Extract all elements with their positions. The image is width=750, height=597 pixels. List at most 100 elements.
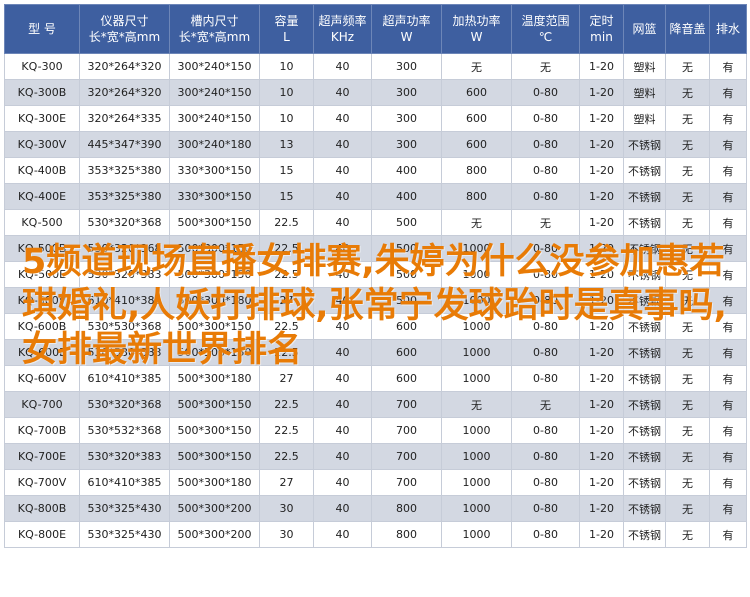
table-cell-heating-power: 1000 (441, 235, 512, 262)
column-header-basket: 网篮 (623, 4, 666, 54)
table-cell-drain: 有 (709, 469, 747, 496)
table-cell-device-size: 530*320*368 (79, 235, 170, 262)
table-cell-drain: 有 (709, 157, 747, 184)
table-cell-model: KQ-600B (4, 313, 80, 340)
table-cell-model: KQ-300E (4, 105, 80, 132)
table-cell-noise-lid: 无 (665, 417, 710, 444)
table-cell-timer: 1-20 (579, 79, 624, 106)
table-row: KQ-800B 530*325*430 500*300*200 30 40 800 1000… (4, 495, 747, 522)
table-row: KQ-300B 320*264*320 300*240*150 10 40 300 600 0… (4, 79, 747, 106)
table-cell-model: KQ-800E (4, 521, 80, 548)
table-cell-tank-size: 500*300*200 (169, 495, 260, 522)
table-cell-timer: 1-20 (579, 417, 624, 444)
table-cell-temperature-range: 0-80 (511, 79, 580, 106)
column-header-line: L (283, 30, 290, 44)
table-cell-capacity: 22.5 (259, 443, 314, 470)
table-cell-drain: 有 (709, 391, 747, 418)
table-cell-ultrasonic-frequency: 40 (313, 365, 372, 392)
table-cell-ultrasonic-power: 300 (371, 131, 442, 158)
table-cell-model: KQ-800B (4, 495, 80, 522)
table-cell-drain: 有 (709, 443, 747, 470)
column-header-tank-size: 槽内尺寸 长*宽*高mm (169, 4, 260, 54)
table-cell-timer: 1-20 (579, 391, 624, 418)
table-cell-device-size: 530*532*368 (79, 417, 170, 444)
table-cell-timer: 1-20 (579, 131, 624, 158)
table-body: KQ-300 320*264*320 300*240*150 10 40 300 无无 1-2… (4, 53, 747, 548)
table-cell-capacity: 10 (259, 79, 314, 106)
column-header-ultrasonic-power: 超声功率 W (371, 4, 442, 54)
table-cell-noise-lid: 无 (665, 209, 710, 236)
table-cell-drain: 有 (709, 131, 747, 158)
table-cell-ultrasonic-power: 700 (371, 469, 442, 496)
table-row: KQ-500V 610*410*385 500*300*180 27 40 500 1000… (4, 287, 747, 314)
table-cell-capacity: 15 (259, 157, 314, 184)
table-cell-device-size: 610*410*385 (79, 287, 170, 314)
table-row: KQ-400E 353*325*380 330*300*150 15 40 400 800 0… (4, 183, 747, 210)
column-header-line: 长*宽*高mm (88, 30, 161, 44)
table-cell-heating-power: 1000 (441, 339, 512, 366)
table-cell-device-size: 530*320*383 (79, 261, 170, 288)
table-cell-temperature-range: 0-80 (511, 157, 580, 184)
table-cell-noise-lid: 无 (665, 391, 710, 418)
table-cell-timer: 1-20 (579, 183, 624, 210)
table-cell-noise-lid: 无 (665, 365, 710, 392)
table-cell-basket: 不锈钢 (623, 339, 666, 366)
table-cell-ultrasonic-power: 800 (371, 495, 442, 522)
table-cell-tank-size: 500*300*150 (169, 209, 260, 236)
table-cell-basket: 不锈钢 (623, 417, 666, 444)
table-row: KQ-700 530*320*368 500*300*150 22.5 40 700 无无 1… (4, 391, 747, 418)
table-cell-ultrasonic-power: 700 (371, 391, 442, 418)
table-cell-heating-power: 1000 (441, 417, 512, 444)
table-cell-temperature-range: 0-80 (511, 443, 580, 470)
table-cell-heating-power: 600 (441, 131, 512, 158)
table-cell-capacity: 22.5 (259, 417, 314, 444)
table-cell-timer: 1-20 (579, 157, 624, 184)
table-cell-device-size: 530*325*430 (79, 495, 170, 522)
column-header-line: 网篮 (632, 22, 657, 36)
table-row: KQ-300E 320*264*335 300*240*150 10 40 300 600 0… (4, 105, 747, 132)
column-header-line: 超声功率 (382, 14, 431, 28)
column-header-line: KHz (330, 30, 355, 44)
table-cell-temperature-range: 0-80 (511, 521, 580, 548)
table-cell-tank-size: 500*300*150 (169, 443, 260, 470)
table-cell-capacity: 22.5 (259, 313, 314, 340)
table-cell-noise-lid: 无 (665, 261, 710, 288)
table-cell-timer: 1-20 (579, 339, 624, 366)
table-cell-device-size: 320*264*335 (79, 105, 170, 132)
table-cell-ultrasonic-frequency: 40 (313, 521, 372, 548)
table-cell-ultrasonic-frequency: 40 (313, 469, 372, 496)
table-cell-temperature-range: 0-80 (511, 417, 580, 444)
table-cell-noise-lid: 无 (665, 53, 710, 80)
table-cell-heating-power: 600 (441, 79, 512, 106)
table-cell-model: KQ-700B (4, 417, 80, 444)
table-cell-noise-lid: 无 (665, 521, 710, 548)
table-cell-basket: 不锈钢 (623, 287, 666, 314)
table-cell-device-size: 353*325*380 (79, 183, 170, 210)
table-cell-drain: 有 (709, 183, 747, 210)
table-cell-ultrasonic-frequency: 40 (313, 287, 372, 314)
table-cell-basket: 不锈钢 (623, 313, 666, 340)
table-cell-heating-power: 800 (441, 183, 512, 210)
table-cell-device-size: 530*320*368 (79, 391, 170, 418)
table-cell-ultrasonic-power: 500 (371, 235, 442, 262)
table-cell-tank-size: 330*300*150 (169, 157, 260, 184)
table-cell-drain: 有 (709, 209, 747, 236)
table-cell-drain: 有 (709, 235, 747, 262)
table-row: KQ-700V 610*410*385 500*300*180 27 40 700 1000… (4, 469, 747, 496)
table-cell-ultrasonic-frequency: 40 (313, 495, 372, 522)
column-header-line: 加热功率 (452, 14, 501, 28)
table-cell-tank-size: 300*240*150 (169, 79, 260, 106)
table-cell-device-size: 530*530*368 (79, 313, 170, 340)
table-cell-basket: 不锈钢 (623, 443, 666, 470)
table-cell-basket: 不锈钢 (623, 495, 666, 522)
table-cell-basket: 不锈钢 (623, 183, 666, 210)
table-cell-drain: 有 (709, 521, 747, 548)
table-cell-ultrasonic-frequency: 40 (313, 391, 372, 418)
table-row: KQ-300V 445*347*390 300*240*180 13 40 300 600 0… (4, 131, 747, 158)
table-cell-capacity: 22.5 (259, 391, 314, 418)
table-cell-model: KQ-500V (4, 287, 80, 314)
table-cell-heating-power: 1000 (441, 365, 512, 392)
column-header-line: ℃ (538, 30, 553, 44)
table-cell-basket: 不锈钢 (623, 131, 666, 158)
table-cell-tank-size: 300*240*180 (169, 131, 260, 158)
